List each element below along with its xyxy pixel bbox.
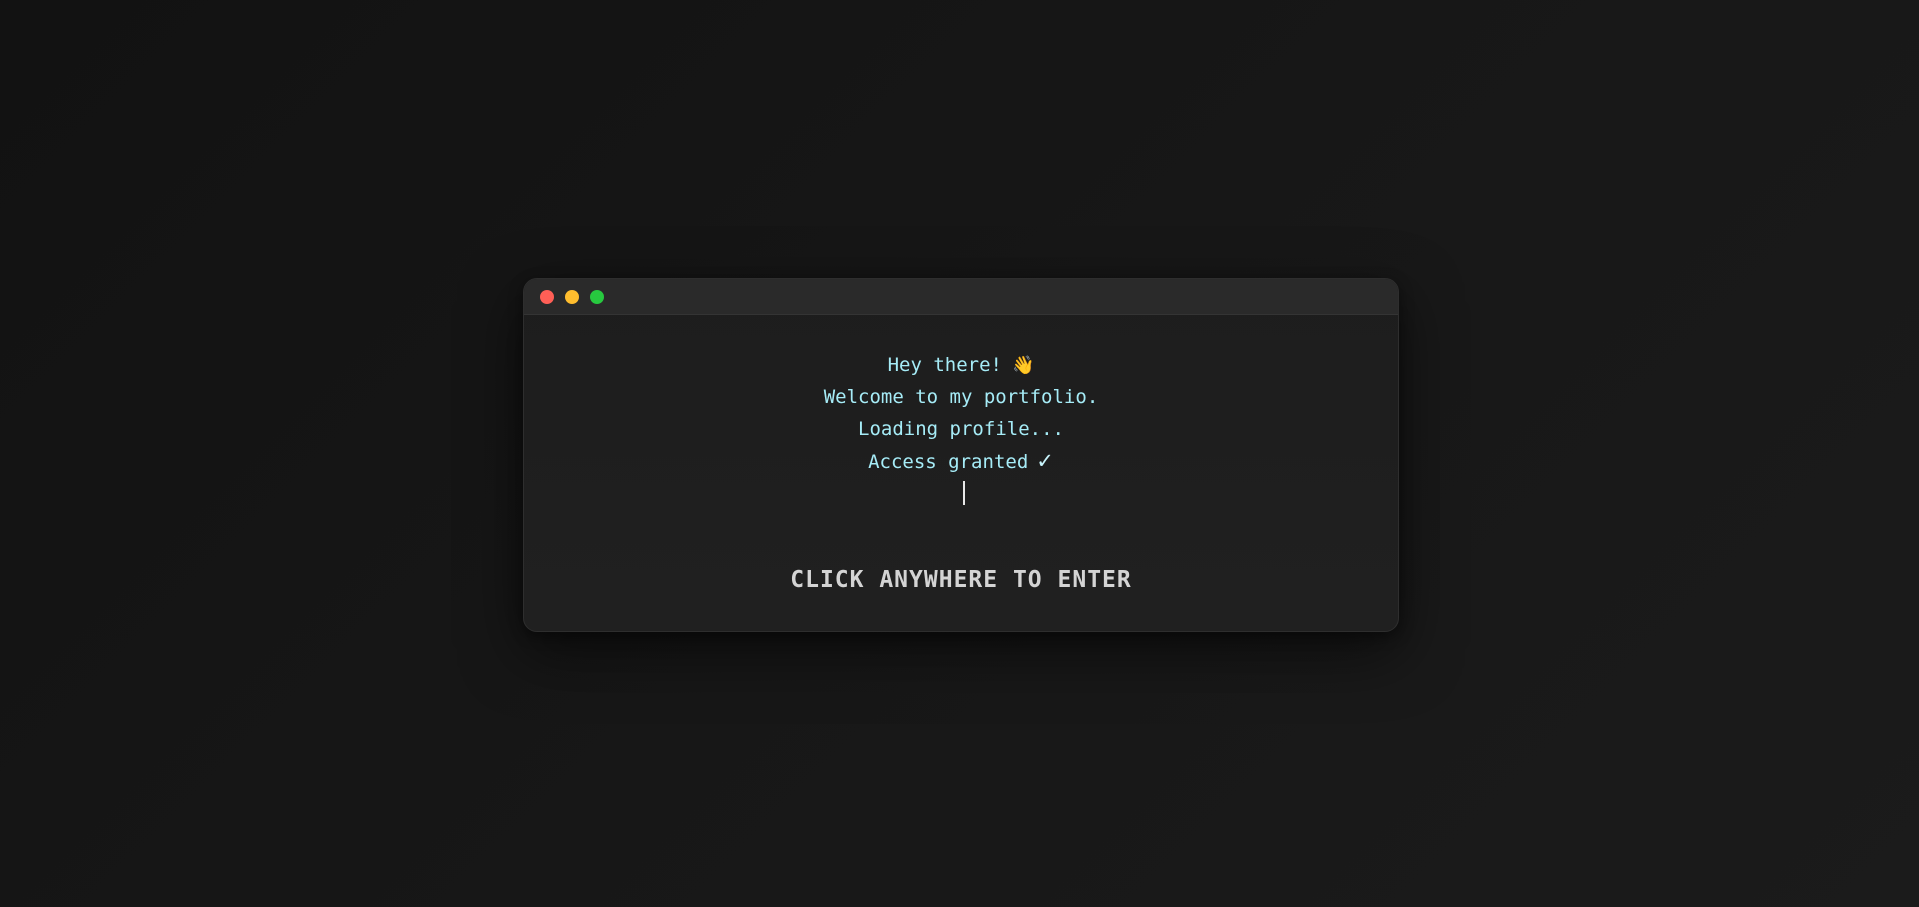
terminal-line-welcome: Welcome to my portfolio. (524, 381, 1398, 413)
enter-prompt[interactable]: CLICK ANYWHERE TO ENTER (524, 567, 1398, 593)
terminal-output: Hey there! 👋 Welcome to my portfolio. Loa… (524, 315, 1398, 509)
terminal-line-access: Access granted ✓ (524, 445, 1398, 477)
terminal-window[interactable]: Hey there! 👋 Welcome to my portfolio. Loa… (523, 278, 1399, 632)
text-cursor (963, 481, 965, 505)
greeting-text: Hey there! (887, 354, 1002, 376)
landing-page[interactable]: { "window": { "controls": { "close_color… (0, 0, 1919, 907)
cursor-line (524, 477, 1398, 509)
minimize-window-button[interactable] (565, 289, 579, 304)
loading-text: Loading profile... (858, 418, 1064, 440)
welcome-text: Welcome to my portfolio. (823, 386, 1099, 408)
access-text: Access granted (868, 451, 1029, 473)
waving-hand-icon: 👋 (1011, 355, 1035, 376)
check-mark-icon: ✓ (1036, 449, 1054, 473)
terminal-line-greeting: Hey there! 👋 (524, 349, 1398, 381)
maximize-window-button[interactable] (590, 289, 604, 304)
window-titlebar (524, 279, 1398, 315)
close-window-button[interactable] (540, 289, 554, 304)
terminal-body: Hey there! 👋 Welcome to my portfolio. Loa… (524, 315, 1398, 631)
terminal-line-loading: Loading profile... (524, 413, 1398, 445)
